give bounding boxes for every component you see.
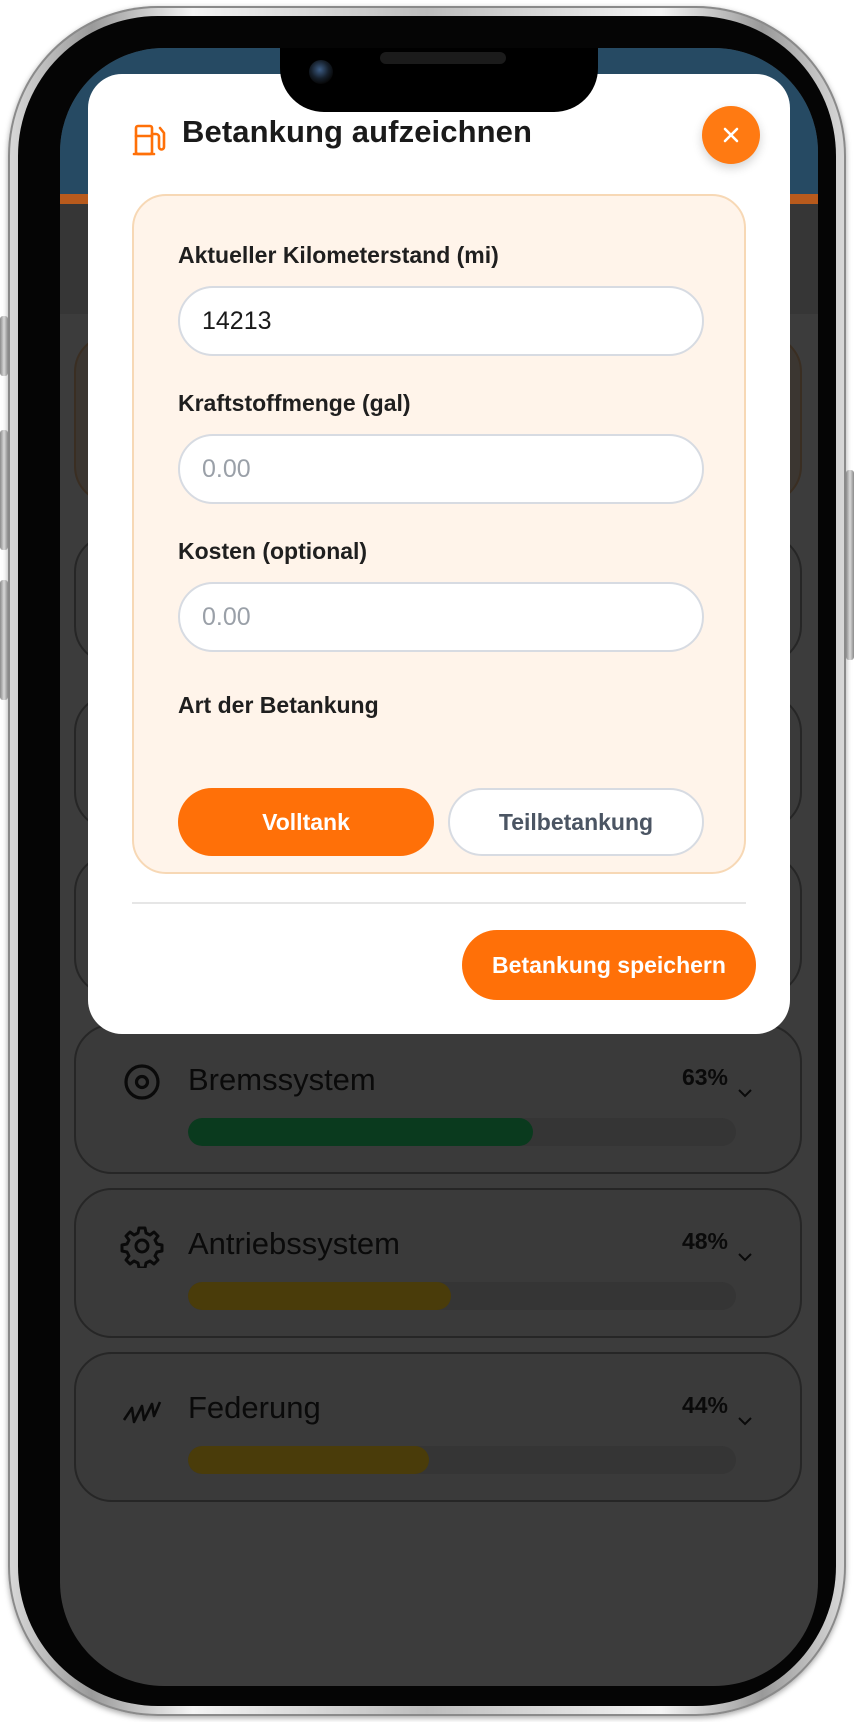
phone-frame: Bremssystem 63% Antriebssystem 48% Feder… [0,6,854,1716]
refuel-type-label: Art der Betankung [178,692,379,718]
refuel-form-panel: Aktueller Kilometerstand (mi) Kraftstoff… [132,194,746,874]
system-name: Antriebssystem [188,1226,400,1261]
system-card-drivetrain[interactable]: Antriebssystem 48% [74,1188,802,1338]
odometer-label: Aktueller Kilometerstand (mi) [178,242,499,268]
cost-input[interactable] [178,582,704,652]
system-card-suspension[interactable]: Federung 44% [74,1352,802,1502]
chevron-down-icon[interactable] [736,1084,754,1102]
fuel-amount-label: Kraftstoffmenge (gal) [178,390,411,416]
refuel-dialog: Betankung aufzeichnen Aktueller Kilomete… [88,74,790,1034]
close-button[interactable] [702,106,760,164]
health-bar-fill [188,1282,452,1310]
cost-label: Kosten (optional) [178,538,368,564]
system-name: Bremssystem [188,1062,376,1097]
health-bar-fill [188,1118,534,1146]
screen: Bremssystem 63% Antriebssystem 48% Feder… [60,48,818,1686]
health-bar [188,1118,736,1146]
system-card-brakes[interactable]: Bremssystem 63% [74,1024,802,1174]
camera-notch [280,48,598,112]
mute-switch [0,316,8,376]
volume-down-button [0,580,8,700]
speaker-grille [380,52,506,64]
partial-refuel-button[interactable]: Teilbetankung [448,788,704,856]
system-name: Federung [188,1390,321,1425]
system-percent: 63% [681,1064,728,1090]
system-percent: 44% [681,1392,728,1418]
fuel-amount-input[interactable] [178,434,704,504]
divider [132,902,746,904]
save-refuel-button[interactable]: Betankung speichern [462,930,756,1000]
chevron-down-icon[interactable] [736,1412,754,1430]
health-bar [188,1282,736,1310]
system-percent: 48% [681,1228,728,1254]
health-bar-fill [188,1446,430,1474]
chevron-down-icon[interactable] [736,1248,754,1266]
gear-icon [120,1226,164,1268]
health-bar [188,1446,736,1474]
volume-up-button [0,430,8,550]
front-camera [309,60,333,84]
full-tank-button[interactable]: Volltank [178,788,434,856]
odometer-input[interactable] [178,286,704,356]
dialog-title: Betankung aufzeichnen [182,114,533,149]
fuel-pump-icon [132,124,166,156]
target-icon [124,1064,160,1100]
spring-icon [122,1401,162,1424]
close-icon [723,127,739,143]
power-button [846,470,854,660]
